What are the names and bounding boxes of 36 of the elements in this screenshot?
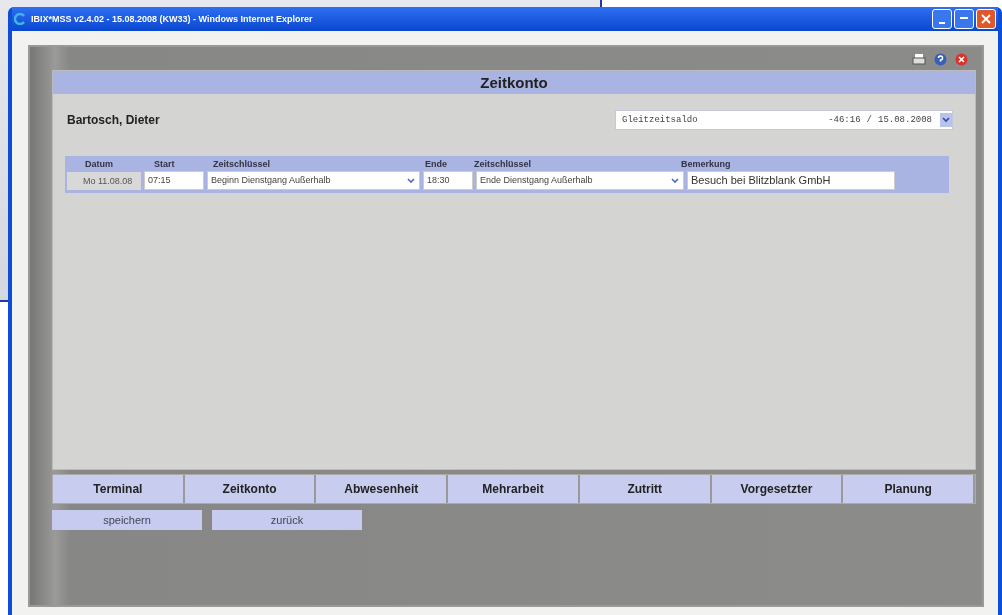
nav-tab[interactable]: Zutritt [579,475,712,503]
employee-name: Bartosch, Dieter [67,113,160,127]
column-header: Zeitschlüssel [473,158,533,171]
close-icon[interactable] [955,53,968,66]
column-header: Datum [84,158,114,171]
nav-tab[interactable]: Planung [843,475,976,503]
time-key-dropdown[interactable]: Ende Dienstgang Außerhalb [476,171,684,190]
remark-field[interactable]: Besuch bei Blitzblank GmbH [687,171,895,190]
maximize-button[interactable] [954,9,974,29]
nav-tab[interactable]: Terminal [53,475,185,503]
minimize-button[interactable] [932,9,952,29]
action-button[interactable]: speichern [52,510,202,530]
nav-tab[interactable]: Vorgesetzter [711,475,844,503]
minimize-icon [939,22,945,24]
caret-icon [406,175,416,186]
column-header: Zeitschlüssel [212,158,272,171]
browser-logo-icon [14,13,26,25]
close-button[interactable] [976,9,996,29]
close-icon [981,14,991,24]
nav-tab[interactable]: Zeitkonto [184,475,317,503]
caret-icon [670,175,680,186]
date-cell: Mo 11.08.08 [67,171,141,190]
help-icon[interactable] [934,53,947,66]
print-icon[interactable] [912,53,926,66]
start-time-field[interactable]: 07:15 [144,171,204,190]
column-header: Bemerkung [680,158,732,171]
balance-dropdown[interactable]: Gleitzeitsaldo -46:16 / 15.08.2008 [615,110,953,130]
column-header: Ende [424,158,448,171]
action-button[interactable]: zurück [212,510,362,530]
panel-title: Zeitkonto [53,71,975,94]
end-time-field[interactable]: 18:30 [423,171,473,190]
nav-tab[interactable]: Mehrarbeit [448,475,580,503]
column-header: Start [153,158,176,171]
time-key-dropdown[interactable]: Beginn Dienstgang Außerhalb [207,171,420,190]
window-title: IBIX*MSS v2.4.02 - 15.08.2008 (KW33) - Windows Internet Explorer [31,14,313,24]
nav-tab[interactable]: Abwesenheit [316,475,449,503]
